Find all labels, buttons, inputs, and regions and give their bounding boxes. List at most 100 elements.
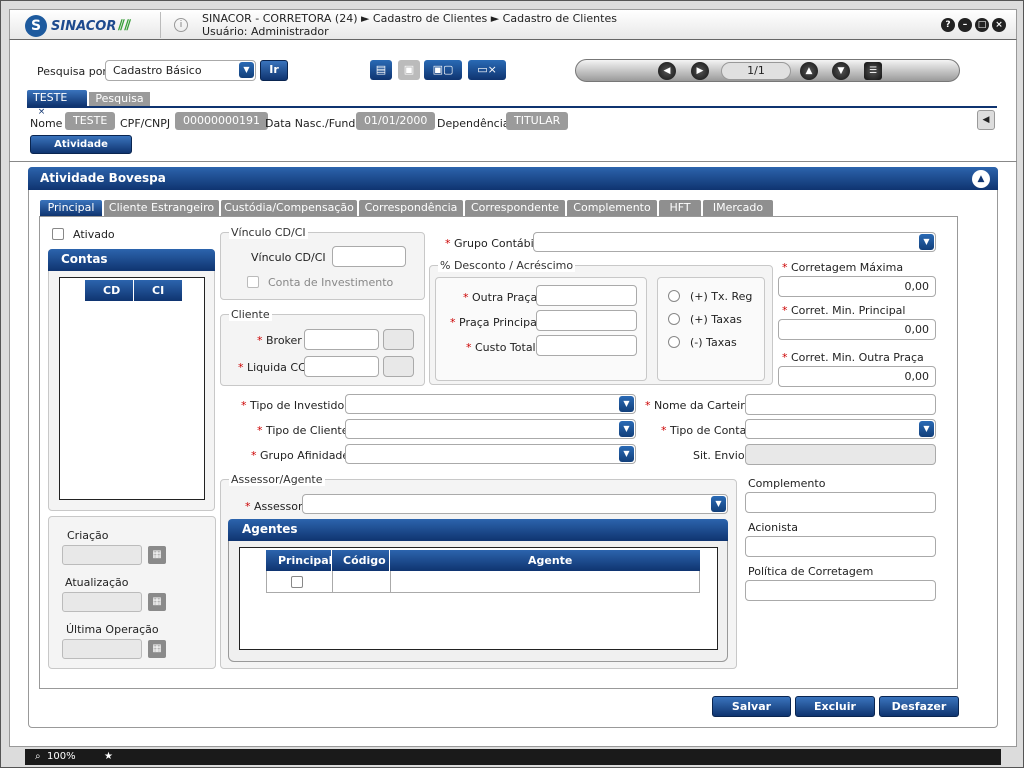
grupo-contabil-select[interactable]: ▼ (533, 232, 936, 252)
info-icon[interactable]: i (174, 18, 188, 32)
doc-tab-pesquisa[interactable]: Pesquisa (89, 92, 150, 106)
tipo-cliente-label: Tipo de Cliente (257, 424, 349, 437)
calendar-icon: ▦ (148, 640, 166, 658)
logo-mark-icon: S (25, 15, 47, 37)
undo-button[interactable]: Desfazer (879, 696, 959, 717)
agentes-title: Agentes (228, 519, 728, 541)
nome-label: Nome (30, 117, 63, 130)
custo-total-input[interactable] (536, 335, 637, 356)
tab-correspondente[interactable]: Correspondente (465, 200, 565, 216)
assessor-title: Assessor/Agente (229, 473, 325, 486)
go-button[interactable]: Ir (260, 60, 288, 81)
vinculo-input[interactable] (332, 246, 406, 267)
previous-icon[interactable]: ◀ (658, 62, 676, 80)
criacao-label: Criação (67, 529, 109, 542)
col-divider (390, 571, 391, 592)
next-icon[interactable]: ▶ (691, 62, 709, 80)
calendar-icon: ▦ (148, 546, 166, 564)
first-icon[interactable]: ▲ (800, 62, 818, 80)
broker-input[interactable] (304, 329, 379, 350)
nasc-label: Data Nasc./Fund. (265, 117, 359, 130)
grupo-afinidade-select[interactable]: ▼ (345, 444, 636, 464)
logo-wing-icon: ⫽⫽ (118, 18, 131, 34)
conta-investimento-label: Conta de Investimento (268, 276, 394, 289)
liquida-lookup[interactable] (383, 356, 414, 377)
cd-column[interactable]: CD (103, 284, 120, 297)
cliente-title: Cliente (229, 308, 272, 321)
tab-principal[interactable]: Principal (40, 200, 102, 216)
codigo-column[interactable]: Código (343, 554, 386, 567)
taxas-plus-radio[interactable] (668, 313, 680, 325)
title-bar: S SINACOR ⫽⫽ i SINACOR - CORRETORA (24) … (9, 9, 1017, 39)
delete-button[interactable]: Excluir (795, 696, 875, 717)
acionista-input[interactable] (745, 536, 936, 557)
search-type-value: Cadastro Básico (113, 64, 202, 77)
star-icon[interactable]: ★ (104, 751, 113, 762)
nome-carteira-input[interactable] (745, 394, 936, 415)
broker-lookup[interactable] (383, 329, 414, 350)
tx-reg-label: (+) Tx. Reg (690, 290, 753, 303)
collapse-up-icon[interactable]: ▲ (972, 170, 990, 188)
breadcrumb: SINACOR - CORRETORA (24) ► Cadastro de C… (202, 12, 617, 38)
complemento-label: Complemento (748, 477, 826, 490)
chevron-down-icon: ▼ (919, 421, 934, 437)
tab-underline (27, 106, 997, 108)
praca-principal-label: Praça Principal (450, 316, 540, 329)
principal-column[interactable]: Principal (278, 554, 332, 567)
save-button[interactable]: Salvar (712, 696, 791, 717)
praca-principal-input[interactable] (536, 310, 637, 331)
tipo-cliente-select[interactable]: ▼ (345, 419, 636, 439)
corret-min-principal-input[interactable]: 0,00 (778, 319, 936, 340)
ci-column[interactable]: CI (152, 284, 164, 297)
tipo-investidor-select[interactable]: ▼ (345, 394, 636, 414)
chevron-down-icon: ▼ (919, 234, 934, 250)
corret-min-principal-label: Corret. Min. Principal (782, 304, 905, 317)
col-divider (331, 550, 332, 571)
liquida-input[interactable] (304, 356, 379, 377)
help-icon[interactable]: ? (941, 18, 955, 32)
tab-imercado[interactable]: IMercado (703, 200, 773, 216)
nome-value: TESTE (65, 112, 116, 130)
ativado-checkbox[interactable] (52, 228, 64, 240)
tab-complemento[interactable]: Complemento (567, 200, 657, 216)
politica-input[interactable] (745, 580, 936, 601)
tab-custodia[interactable]: Custódia/Compensação (221, 200, 357, 216)
minimize-icon[interactable]: – (958, 18, 972, 32)
outra-praca-input[interactable] (536, 285, 637, 306)
zoom-icon[interactable]: ⌕ (35, 751, 41, 762)
tab-hft[interactable]: HFT (659, 200, 701, 216)
corret-min-outra-input[interactable]: 0,00 (778, 366, 936, 387)
tipo-conta-select[interactable]: ▼ (745, 419, 936, 439)
last-icon[interactable]: ▼ (832, 62, 850, 80)
conta-investimento-checkbox[interactable] (247, 276, 259, 288)
complemento-input[interactable] (745, 492, 936, 513)
list-icon[interactable]: ☰ (864, 62, 882, 80)
table-row[interactable] (266, 571, 700, 593)
nasc-value: 01/01/2000 (356, 112, 436, 130)
col-divider (332, 571, 333, 592)
atividade-bovespa-button[interactable]: Atividade Bovespa (30, 135, 132, 168)
grupo-afinidade-label: Grupo Afinidade (251, 449, 349, 462)
assessor-select[interactable]: ▼ (302, 494, 728, 514)
search-type-select[interactable]: Cadastro Básico ▼ (105, 60, 256, 81)
close-icon[interactable]: × (992, 18, 1006, 32)
tab-cliente-estrangeiro[interactable]: Cliente Estrangeiro (104, 200, 219, 216)
principal-checkbox[interactable] (291, 576, 303, 588)
close-tab-icon[interactable]: ▭× (468, 60, 506, 80)
save-copy-icon[interactable]: ▣▢ (424, 60, 462, 80)
tx-reg-radio[interactable] (668, 290, 680, 302)
chevron-down-icon: ▼ (619, 421, 634, 437)
taxas-minus-radio[interactable] (668, 336, 680, 348)
calendar-icon: ▦ (148, 593, 166, 611)
panel-title: Atividade Bovespa (28, 167, 998, 190)
collapse-icon[interactable]: ◀ (977, 110, 995, 130)
doc-tab-teste[interactable]: TESTE × (27, 90, 87, 118)
agente-column[interactable]: Agente (528, 554, 572, 567)
tab-correspondencia[interactable]: Correspondência (359, 200, 463, 216)
corretagem-max-input[interactable]: 0,00 (778, 276, 936, 297)
maximize-icon[interactable]: □ (975, 18, 989, 32)
tipo-conta-label: Tipo de Conta (661, 424, 746, 437)
nome-carteira-label: Nome da Carteira (645, 399, 752, 412)
new-document-icon[interactable]: ▤ (370, 60, 392, 80)
dep-label: Dependência (437, 117, 510, 130)
